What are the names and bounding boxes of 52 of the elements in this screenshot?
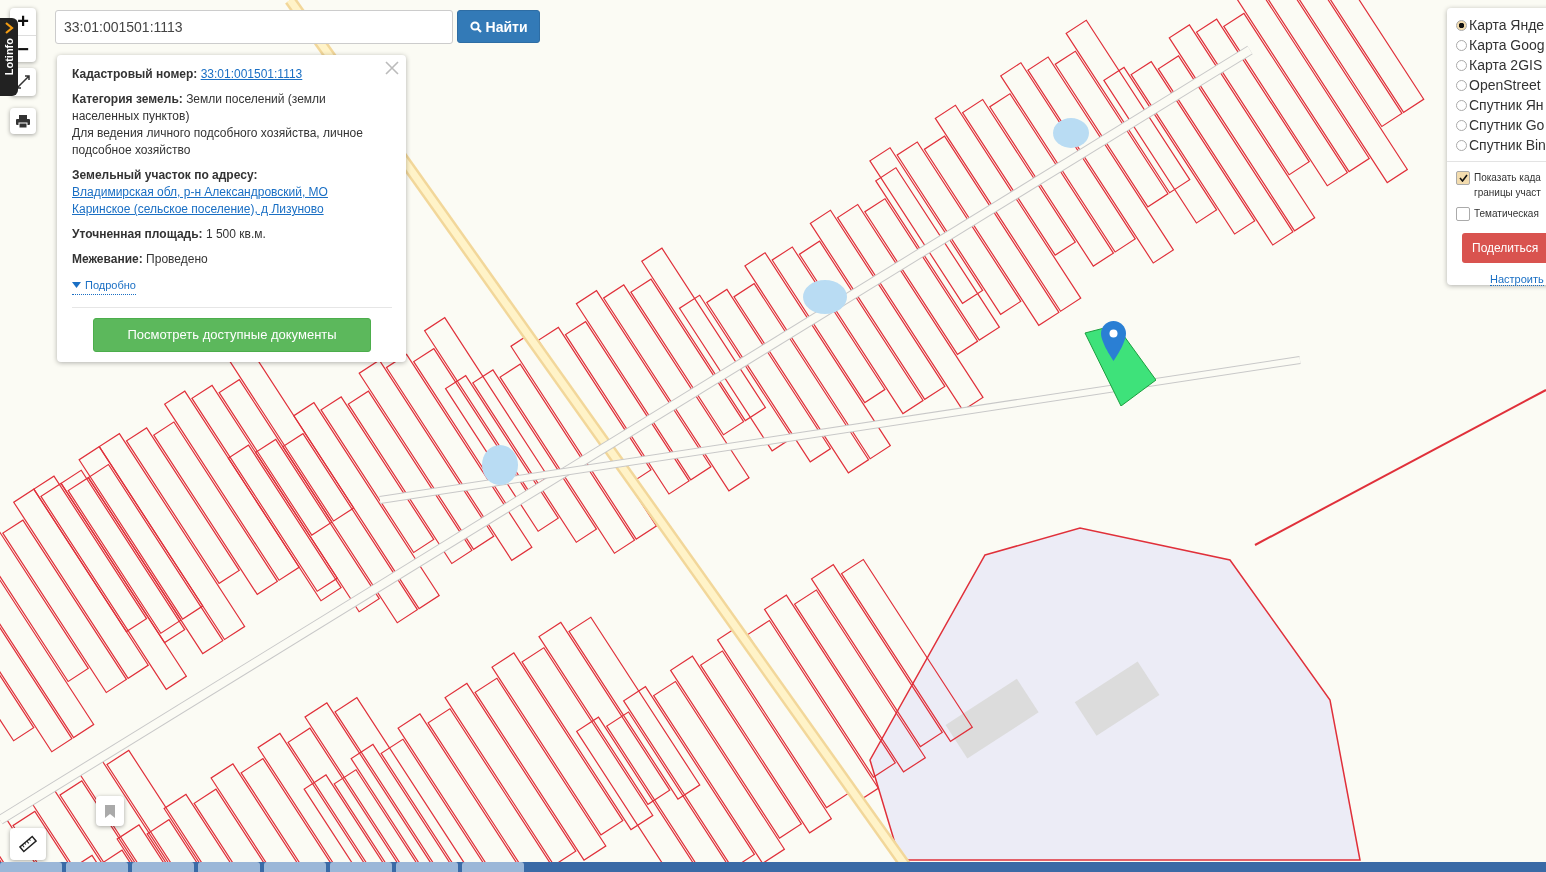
radio-button[interactable] xyxy=(1456,39,1467,51)
caret-icon xyxy=(72,282,81,288)
ruler-button[interactable] xyxy=(10,828,46,860)
layer-label: OpenStreet xyxy=(1469,77,1541,93)
bookmark-button[interactable] xyxy=(96,796,124,826)
layer-label: Спутник Ян xyxy=(1469,97,1544,113)
field-note: Для ведения личного подсобного хозяйства, личное подсобное хозяйство xyxy=(72,125,364,159)
field-text: Межевание: Проведено xyxy=(72,251,209,268)
details-link[interactable]: Подробно xyxy=(72,276,136,295)
layer-label: Спутник Go xyxy=(1469,117,1545,133)
field-text: Категория земель: Земли поселений (земли населенных пунктов) xyxy=(72,91,327,125)
search-button[interactable]: Найти xyxy=(457,10,540,43)
layer-option[interactable]: Карта Goog xyxy=(1456,35,1546,55)
field-label: Земельный участок по адресу: xyxy=(72,168,258,182)
radio-button[interactable] xyxy=(1456,139,1467,151)
radio-button[interactable] xyxy=(1456,119,1467,131)
bookmark-icon xyxy=(105,804,115,818)
layer-option[interactable]: Карта Янде xyxy=(1456,15,1546,35)
field-label: Кадастровый номер: xyxy=(72,67,198,81)
radio-button[interactable] xyxy=(1456,99,1467,111)
layer-option[interactable]: Спутник Bin xyxy=(1456,135,1546,155)
layer-label: Карта Goog xyxy=(1469,37,1545,53)
checkmark-icon xyxy=(1458,174,1468,182)
layer-option[interactable]: Спутник Ян xyxy=(1456,95,1546,115)
radio-button[interactable] xyxy=(1456,79,1467,91)
layer-option[interactable]: OpenStreet xyxy=(1456,75,1546,95)
search-field[interactable]: 33:01:001501:1113 xyxy=(55,10,453,44)
layer-label: Карта Янде xyxy=(1469,17,1545,33)
ruler-icon xyxy=(19,835,37,853)
search-icon xyxy=(469,20,482,33)
map-pin-icon[interactable] xyxy=(1101,321,1126,361)
checkbox-label: Тематическая xyxy=(1474,207,1539,221)
printer-icon xyxy=(16,114,30,128)
radio-button[interactable] xyxy=(1456,19,1467,31)
layer-option[interactable]: Спутник Go xyxy=(1456,115,1546,135)
field-link[interactable]: Владимирская обл, р-н Александровский, МО Каринское (сельское поселение), д Лизуново xyxy=(72,184,388,218)
field-text: Уточненная площадь: 1 500 кв.м. xyxy=(72,226,267,243)
share-button[interactable]: Поделиться xyxy=(1462,233,1546,263)
radio-button[interactable] xyxy=(1456,59,1467,71)
field-link[interactable]: 33:01:001501:1113 xyxy=(200,66,303,83)
layer-label: Спутник Bin xyxy=(1469,137,1546,153)
expand-arrows-icon xyxy=(16,75,30,89)
close-icon[interactable] xyxy=(385,61,399,75)
settings-link[interactable]: Настроить xyxy=(1490,273,1544,286)
chevron-right-icon xyxy=(4,22,14,34)
print-button[interactable] xyxy=(10,108,36,134)
checkbox-label: Показать када границы участ xyxy=(1474,171,1541,200)
checkbox[interactable] xyxy=(1456,171,1470,185)
checkbox[interactable] xyxy=(1456,207,1470,221)
side-menu[interactable]: Lotinfo xyxy=(0,18,18,96)
layer-option[interactable]: Карта 2GIS xyxy=(1456,55,1546,75)
layer-label: Карта 2GIS xyxy=(1469,57,1543,73)
